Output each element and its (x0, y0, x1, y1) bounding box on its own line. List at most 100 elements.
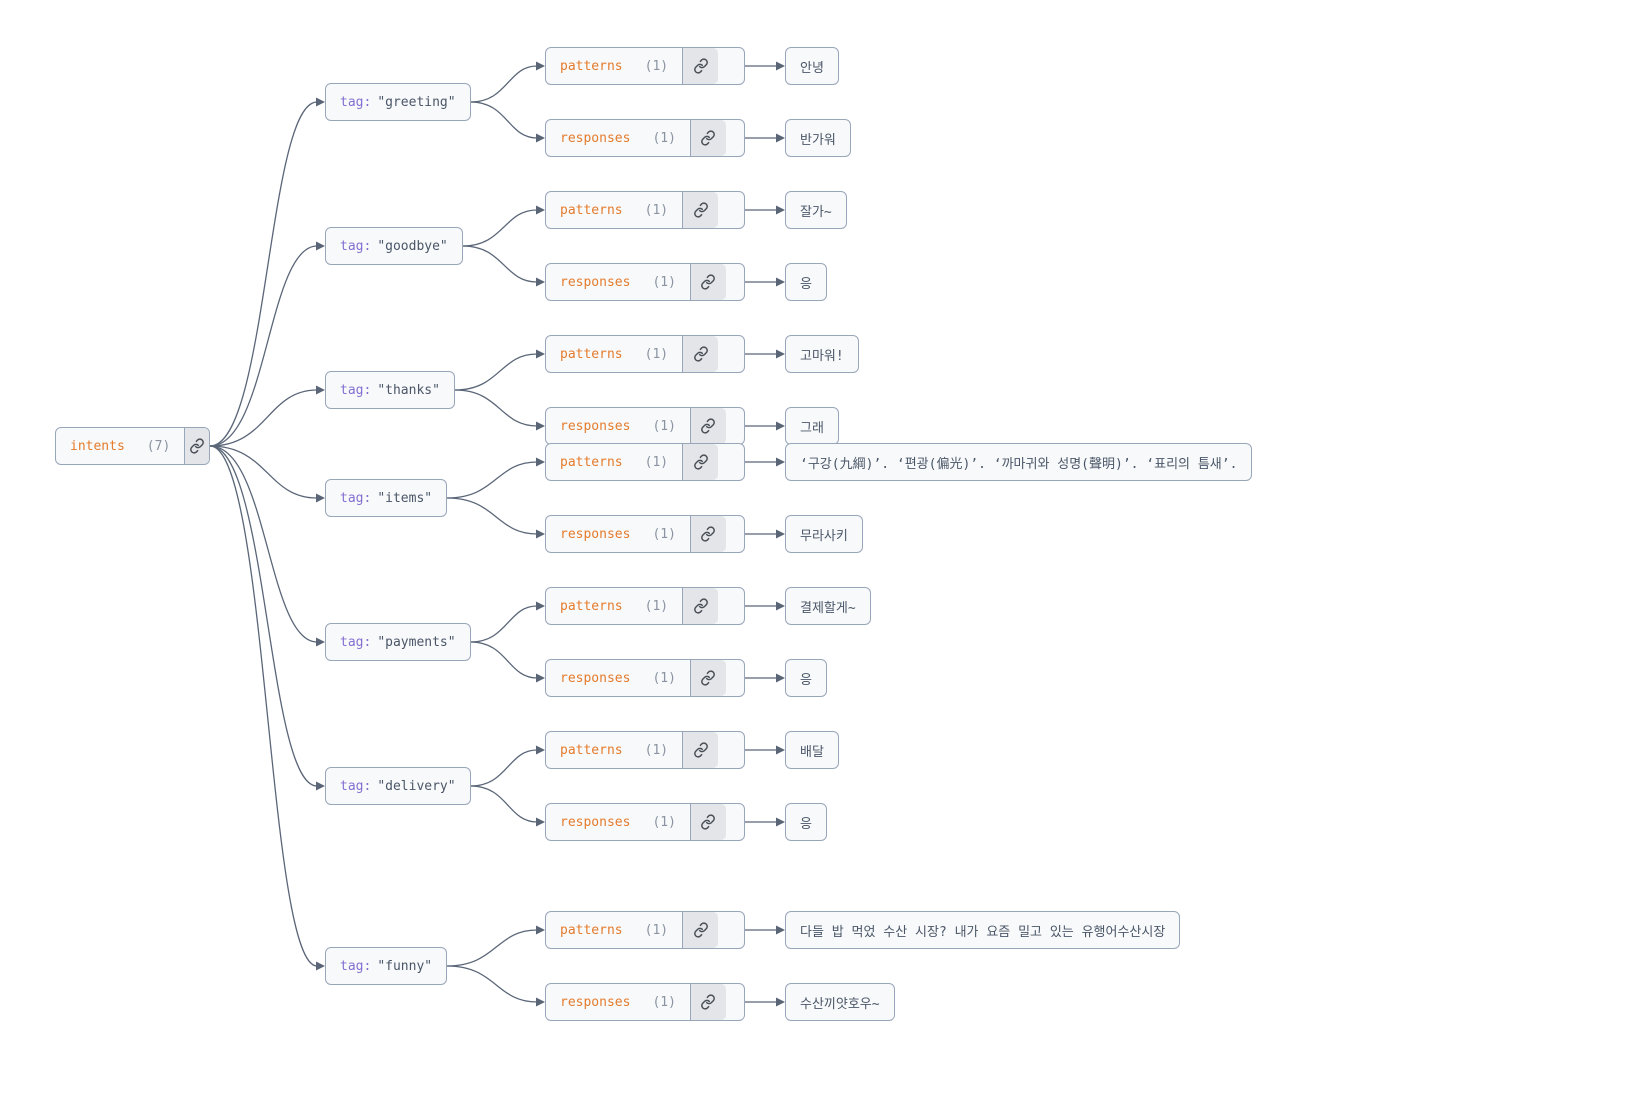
pattern-leaf-greeting[interactable]: 안녕 (785, 47, 839, 85)
link-icon (690, 660, 726, 696)
link-icon (690, 516, 726, 552)
tag-node-items[interactable]: tag: "items" (325, 479, 447, 517)
tag-node-thanks[interactable]: tag: "thanks" (325, 371, 455, 409)
pattern-leaf-delivery[interactable]: 배달 (785, 731, 839, 769)
node-count: (1) (652, 995, 675, 1010)
node-key: patterns (560, 59, 623, 74)
node-key: patterns (560, 455, 623, 470)
node-key: responses (560, 527, 630, 542)
link-icon (682, 336, 718, 372)
tag-key: tag: (340, 95, 371, 110)
node-key: responses (560, 275, 630, 290)
node-count: (1) (652, 275, 675, 290)
leaf-value: 응 (800, 669, 812, 688)
link-icon (184, 428, 209, 464)
leaf-value: 결제할게~ (800, 597, 856, 616)
leaf-value: 반가워 (800, 129, 836, 148)
link-icon (690, 408, 726, 444)
link-icon (690, 984, 726, 1020)
response-leaf-payments[interactable]: 응 (785, 659, 827, 697)
response-leaf-goodbye[interactable]: 응 (785, 263, 827, 301)
link-icon (682, 48, 718, 84)
link-icon (682, 732, 718, 768)
responses-node-items[interactable]: responses (1) (545, 515, 745, 553)
node-count: (7) (147, 439, 170, 454)
tag-value: "delivery" (377, 779, 455, 794)
tag-value: "thanks" (377, 383, 440, 398)
pattern-leaf-items[interactable]: ‘구강(九綱)’. ‘편광(偏光)’. ‘까마귀와 성명(聲明)’. ‘표리의 … (785, 443, 1252, 481)
node-key: responses (560, 995, 630, 1010)
leaf-value: 고마워! (800, 345, 844, 364)
patterns-node-items[interactable]: patterns (1) (545, 443, 745, 481)
tag-value: "goodbye" (377, 239, 447, 254)
node-count: (1) (652, 671, 675, 686)
node-count: (1) (645, 743, 668, 758)
responses-node-funny[interactable]: responses (1) (545, 983, 745, 1021)
tag-node-delivery[interactable]: tag: "delivery" (325, 767, 471, 805)
node-count: (1) (645, 599, 668, 614)
node-key: patterns (560, 743, 623, 758)
tag-key: tag: (340, 491, 371, 506)
node-count: (1) (645, 347, 668, 362)
node-key: responses (560, 131, 630, 146)
pattern-leaf-thanks[interactable]: 고마워! (785, 335, 859, 373)
node-key: responses (560, 671, 630, 686)
node-key: responses (560, 419, 630, 434)
node-key: patterns (560, 923, 623, 938)
patterns-node-payments[interactable]: patterns (1) (545, 587, 745, 625)
link-icon (682, 588, 718, 624)
root-intents-node[interactable]: intents (7) (55, 427, 210, 465)
node-count: (1) (645, 923, 668, 938)
tag-value: "funny" (377, 959, 432, 974)
node-count: (1) (652, 815, 675, 830)
leaf-value: 수산끼얏호우~ (800, 993, 880, 1012)
tag-key: tag: (340, 779, 371, 794)
node-count: (1) (645, 455, 668, 470)
tag-node-funny[interactable]: tag: "funny" (325, 947, 447, 985)
patterns-node-greeting[interactable]: patterns (1) (545, 47, 745, 85)
responses-node-greeting[interactable]: responses(1) (545, 119, 745, 157)
pattern-leaf-goodbye[interactable]: 잘가~ (785, 191, 847, 229)
response-leaf-funny[interactable]: 수산끼얏호우~ (785, 983, 895, 1021)
patterns-node-delivery[interactable]: patterns (1) (545, 731, 745, 769)
response-leaf-greeting[interactable]: 반가워 (785, 119, 851, 157)
patterns-node-funny[interactable]: patterns (1) (545, 911, 745, 949)
response-leaf-delivery[interactable]: 응 (785, 803, 827, 841)
leaf-value: 응 (800, 273, 812, 292)
node-count: (1) (645, 59, 668, 74)
responses-node-thanks[interactable]: responses (1) (545, 407, 745, 445)
patterns-node-goodbye[interactable]: patterns(1) (545, 191, 745, 229)
pattern-leaf-funny[interactable]: 다들 밥 먹었 수산 시장? 내가 요즘 밀고 있는 유행어수산시장 (785, 911, 1180, 949)
link-icon (682, 444, 718, 480)
leaf-value: 무라사키 (800, 525, 848, 544)
link-icon (682, 192, 718, 228)
link-icon (682, 912, 718, 948)
response-leaf-thanks[interactable]: 그래 (785, 407, 839, 445)
node-count: (1) (645, 203, 668, 218)
responses-node-goodbye[interactable]: responses (1) (545, 263, 745, 301)
tag-value: "greeting" (377, 95, 455, 110)
leaf-value: 배달 (800, 741, 824, 760)
leaf-value: 안녕 (800, 57, 824, 76)
node-key: patterns (560, 599, 623, 614)
responses-node-payments[interactable]: responses (1) (545, 659, 745, 697)
pattern-leaf-payments[interactable]: 결제할게~ (785, 587, 871, 625)
responses-node-delivery[interactable]: responses(1) (545, 803, 745, 841)
tag-key: tag: (340, 959, 371, 974)
node-count: (1) (652, 527, 675, 542)
leaf-value: 그래 (800, 417, 824, 436)
response-leaf-items[interactable]: 무라사키 (785, 515, 863, 553)
tag-node-greeting[interactable]: tag: "greeting" (325, 83, 471, 121)
tag-key: tag: (340, 383, 371, 398)
tag-node-goodbye[interactable]: tag: "goodbye" (325, 227, 463, 265)
node-count: (1) (652, 419, 675, 434)
node-key: intents (70, 439, 125, 454)
link-icon (690, 120, 726, 156)
tag-value: "items" (377, 491, 432, 506)
node-key: patterns (560, 347, 623, 362)
leaf-value: ‘구강(九綱)’. ‘편광(偏光)’. ‘까마귀와 성명(聲明)’. ‘표리의 … (800, 453, 1237, 472)
patterns-node-thanks[interactable]: patterns (1) (545, 335, 745, 373)
tag-node-payments[interactable]: tag: "payments" (325, 623, 471, 661)
link-icon (690, 264, 726, 300)
leaf-value: 다들 밥 먹었 수산 시장? 내가 요즘 밀고 있는 유행어수산시장 (800, 921, 1165, 940)
